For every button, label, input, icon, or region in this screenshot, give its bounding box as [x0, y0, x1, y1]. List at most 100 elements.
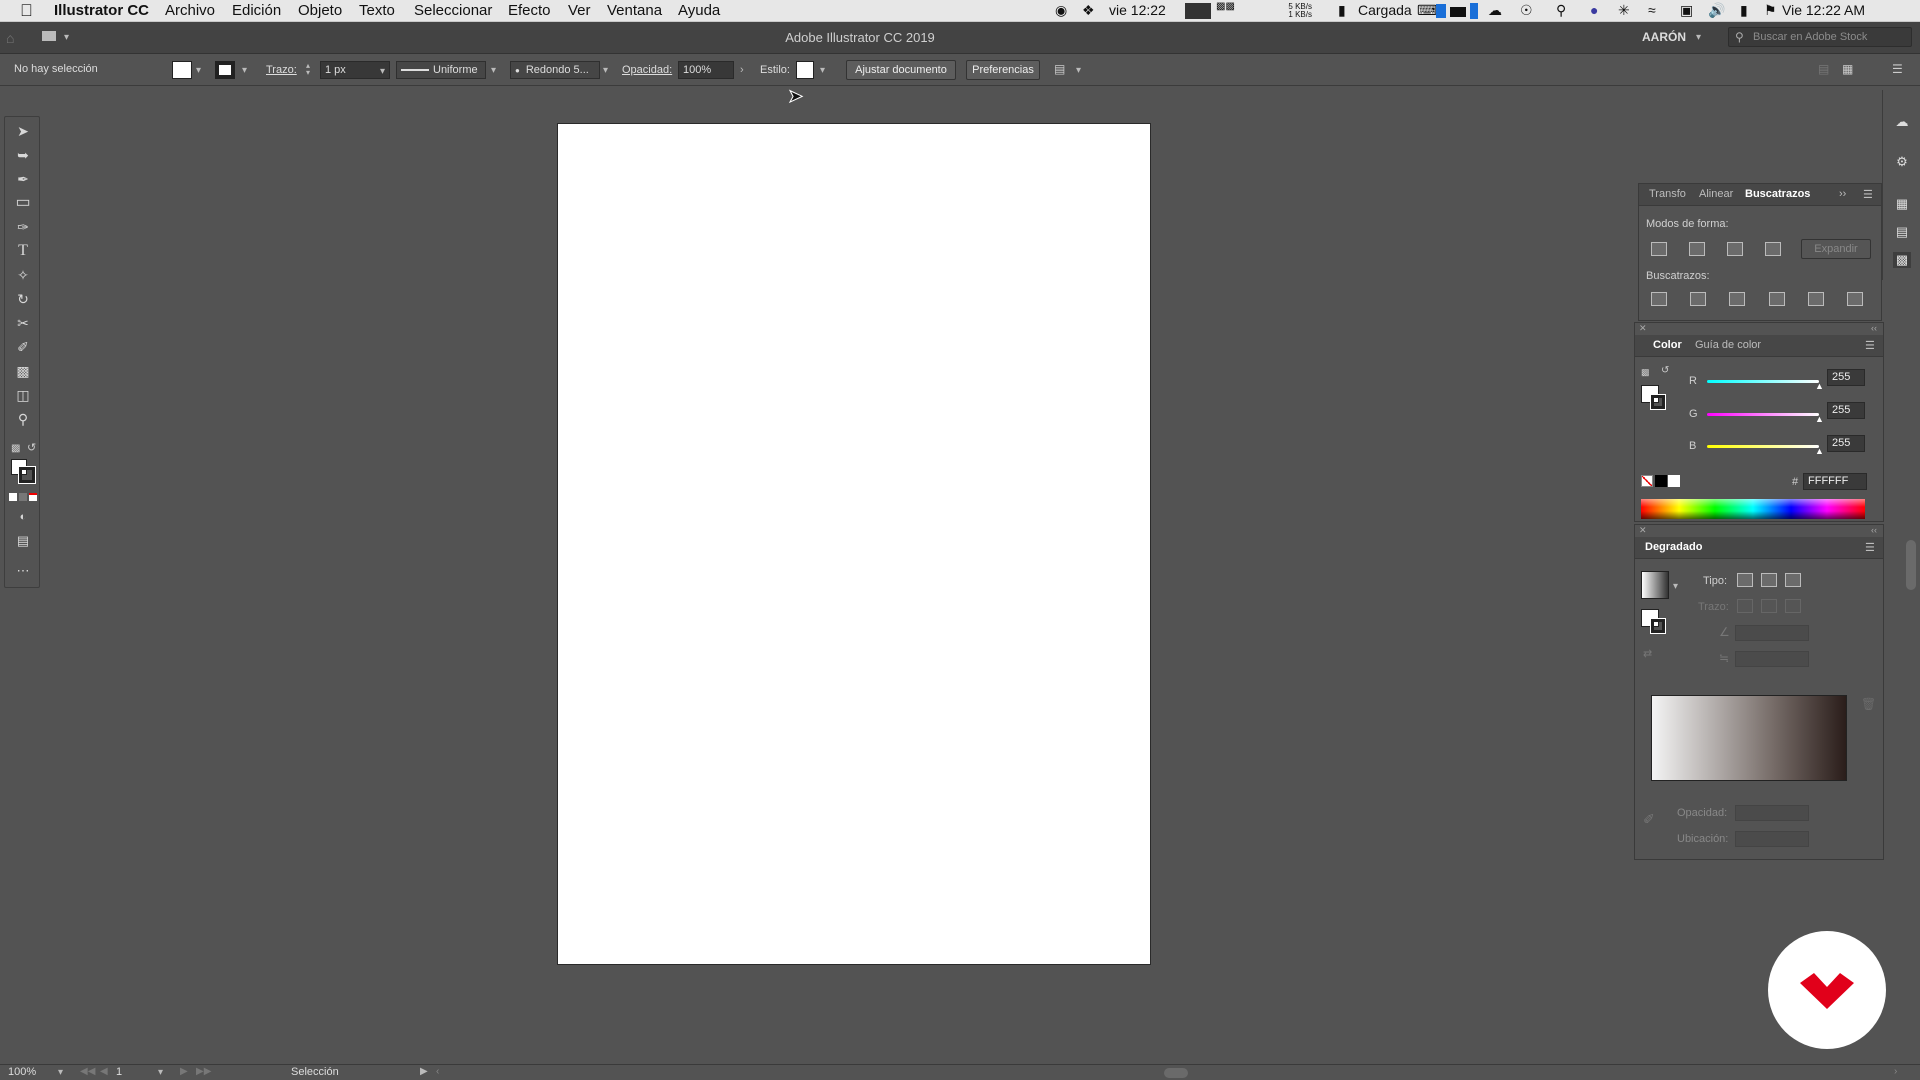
intersect-icon[interactable]	[1727, 242, 1743, 256]
none-color-swatch[interactable]	[1641, 475, 1653, 487]
scissors-tool-icon[interactable]: ✂	[13, 313, 33, 333]
eyedropper-tool-icon[interactable]: ✐	[13, 337, 33, 357]
menu-ver[interactable]: Ver	[568, 2, 591, 19]
channel-b-input[interactable]: 255	[1827, 435, 1865, 452]
pen-tool-icon[interactable]: ✒	[13, 169, 33, 189]
color-mode-button[interactable]	[9, 493, 17, 501]
transform-icon[interactable]: ▦	[1842, 62, 1853, 76]
monitor-icon[interactable]	[1185, 3, 1211, 19]
gradient-mode-button[interactable]	[19, 493, 27, 501]
stroke-color-box[interactable]	[18, 466, 36, 484]
menu-ayuda[interactable]: Ayuda	[678, 2, 720, 19]
opacity-input[interactable]: 100%	[678, 61, 734, 79]
close-icon[interactable]: ✕	[1639, 323, 1647, 334]
scroll-right-icon[interactable]: ›	[1894, 1066, 1897, 1077]
crop-icon[interactable]	[1769, 292, 1785, 306]
status-menu-icon[interactable]: ▶	[420, 1066, 428, 1077]
gradient-location-input[interactable]	[1735, 831, 1809, 847]
tab-color[interactable]: Color	[1653, 339, 1682, 351]
artboard-number[interactable]: 1	[116, 1066, 122, 1078]
menu-archivo[interactable]: Archivo	[165, 2, 215, 19]
none-mode-button[interactable]	[29, 493, 37, 501]
siri-icon[interactable]: ●	[1590, 2, 1598, 18]
volume-icon[interactable]: 🔊	[1708, 2, 1725, 19]
battery-icon[interactable]: ▮	[1338, 2, 1346, 19]
trim-icon[interactable]	[1690, 292, 1706, 306]
color-spectrum[interactable]	[1641, 499, 1865, 519]
shape-builder-tool-icon[interactable]: ◫	[13, 385, 33, 405]
expand-button[interactable]: Expandir	[1801, 239, 1871, 259]
rotate-tool-icon[interactable]: ↻	[13, 289, 33, 309]
unite-icon[interactable]	[1651, 242, 1667, 256]
stock-search-input[interactable]: ⚲ Buscar en Adobe Stock	[1728, 27, 1912, 47]
chevron-down-icon[interactable]: ▾	[158, 1067, 163, 1078]
app-indicator-icon[interactable]	[1436, 4, 1446, 18]
merge-icon[interactable]	[1729, 292, 1745, 306]
channel-b-slider[interactable]	[1707, 445, 1819, 448]
libraries-icon[interactable]: ☁	[1893, 114, 1911, 130]
menu-ventana[interactable]: Ventana	[607, 2, 662, 19]
collapse-panel-icon[interactable]: ››	[1839, 188, 1846, 200]
swap-colors-icon[interactable]: ↺	[27, 441, 36, 454]
trash-icon[interactable]: 🗑	[1861, 697, 1876, 711]
align-icon[interactable]: ▤	[1893, 224, 1911, 240]
stroke-label[interactable]: Trazo:	[266, 64, 297, 76]
gradient-tool-icon[interactable]: ▩	[13, 361, 33, 381]
stroke-within-icon[interactable]	[1737, 599, 1753, 613]
direct-selection-tool-icon[interactable]: ➥	[13, 145, 33, 165]
close-icon[interactable]: ✕	[1639, 525, 1647, 536]
menu-seleccionar[interactable]: Seleccionar	[414, 2, 492, 19]
gradient-preview[interactable]	[1641, 571, 1669, 599]
stroke-color-box[interactable]	[1650, 394, 1666, 410]
outline-icon[interactable]	[1808, 292, 1824, 306]
chevron-down-icon[interactable]: ▾	[58, 1067, 63, 1078]
vertical-scrollbar[interactable]	[1906, 540, 1916, 590]
eyedropper-icon[interactable]: ✐	[1643, 811, 1655, 828]
gradient-opacity-input[interactable]	[1735, 805, 1809, 821]
transform-icon[interactable]: ▦	[1893, 196, 1911, 212]
stroke-color-box[interactable]	[1650, 618, 1666, 634]
fill-swatch[interactable]	[172, 61, 192, 79]
exclude-icon[interactable]	[1765, 242, 1781, 256]
stroke-swatch[interactable]	[215, 61, 235, 79]
default-colors-icon[interactable]: ▩	[1641, 367, 1650, 378]
variable-width-profile[interactable]: Uniforme	[396, 61, 486, 79]
minus-front-icon[interactable]	[1689, 242, 1705, 256]
horizontal-scrollbar[interactable]	[1164, 1068, 1188, 1078]
align-icon[interactable]: ▤	[1818, 62, 1829, 76]
zoom-tool-icon[interactable]: ⚲	[13, 409, 33, 429]
menu-edicion[interactable]: Edición	[232, 2, 281, 19]
chevron-down-icon[interactable]: ▾	[1696, 32, 1701, 43]
default-colors-icon[interactable]: ▩	[11, 443, 20, 454]
paintbrush-tool-icon[interactable]: ✑	[13, 217, 33, 237]
tab-pathfinder[interactable]: Buscatrazos	[1745, 188, 1810, 200]
rectangle-tool-icon[interactable]: ▭	[13, 193, 33, 213]
reverse-gradient-icon[interactable]: ⇄	[1643, 647, 1652, 660]
dropbox-icon[interactable]: ❖	[1082, 2, 1095, 19]
stroke-stepper-icon[interactable]: ▴ ▾	[306, 62, 310, 77]
slider-thumb-icon[interactable]: ▲	[1815, 381, 1824, 391]
collapse-panel-icon[interactable]: ‹‹	[1871, 323, 1877, 333]
battery-status[interactable]: Cargada	[1358, 2, 1412, 18]
airplay-icon[interactable]: ▣	[1680, 2, 1693, 19]
black-swatch[interactable]	[1655, 475, 1667, 487]
gradient-slider[interactable]	[1651, 695, 1847, 781]
linear-gradient-icon[interactable]	[1737, 573, 1753, 587]
wifi-icon[interactable]: ≈	[1648, 2, 1656, 18]
channel-r-slider[interactable]	[1707, 380, 1819, 383]
collapse-panel-icon[interactable]: ‹‹	[1871, 525, 1877, 535]
search-icon[interactable]: ⚲	[1556, 2, 1566, 19]
slider-thumb-icon[interactable]: ▲	[1815, 446, 1824, 456]
panel-menu-icon[interactable]: ☰	[1892, 62, 1903, 76]
tab-color-guide[interactable]: Guía de color	[1695, 339, 1761, 351]
properties-icon[interactable]: ⚙	[1893, 154, 1911, 170]
chevron-down-icon[interactable]: ▾	[820, 65, 825, 76]
app-name-menu[interactable]: Illustrator CC	[54, 2, 149, 19]
chevron-down-icon[interactable]: ▾	[1673, 581, 1678, 592]
chevron-down-icon[interactable]: ▾	[64, 32, 69, 43]
divide-icon[interactable]	[1651, 292, 1667, 306]
record-icon[interactable]: ◉	[1055, 2, 1067, 19]
first-artboard-icon[interactable]: ◀◀	[80, 1066, 95, 1077]
preferences-button[interactable]: Preferencias	[966, 60, 1040, 80]
channel-r-input[interactable]: 255	[1827, 369, 1865, 386]
